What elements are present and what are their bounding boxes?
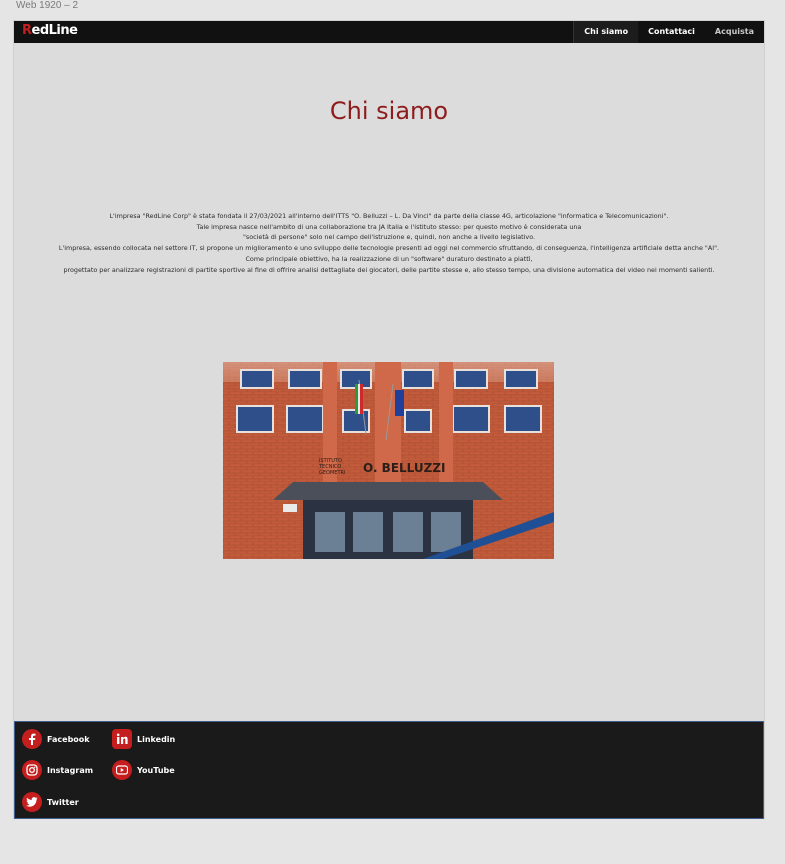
paragraph-line: L'impresa, essendo collocata nel settore… <box>58 244 720 253</box>
school-building-photo: ISTITUTO TECNICO GEOMETRI O. BELLUZZI <box>223 362 554 559</box>
about-paragraph: L'impresa "RedLine Corp" è stata fondata… <box>14 211 764 275</box>
svg-text:GEOMETRI: GEOMETRI <box>319 470 345 476</box>
navbar: RedLine Chi siamo Contattaci Acquista <box>14 21 764 43</box>
footer-link-instagram[interactable]: Instagram <box>22 760 93 780</box>
nav-links: Chi siamo Contattaci Acquista <box>573 21 764 43</box>
nav-item-chi-siamo[interactable]: Chi siamo <box>573 21 639 43</box>
nav-item-contattaci[interactable]: Contattaci <box>638 21 705 43</box>
linkedin-icon <box>112 729 132 749</box>
youtube-icon <box>112 760 132 780</box>
social-label: Facebook <box>47 734 90 744</box>
svg-text:O. BELLUZZI: O. BELLUZZI <box>363 461 446 475</box>
twitter-icon <box>22 792 42 812</box>
footer-link-linkedin[interactable]: Linkedin <box>112 729 175 749</box>
social-label: Linkedin <box>137 734 176 744</box>
footer: Facebook Linkedin Instagram YouTube Twit… <box>14 721 764 819</box>
facebook-icon <box>22 729 42 749</box>
logo-text: edLine <box>31 23 78 38</box>
instagram-icon <box>22 760 42 780</box>
footer-link-facebook[interactable]: Facebook <box>22 729 90 749</box>
logo-accent-letter: R <box>22 23 32 38</box>
paragraph-line: "società di persone" solo nel campo dell… <box>242 233 536 242</box>
paragraph-line: L'impresa "RedLine Corp" è stata fondata… <box>109 212 669 220</box>
paragraph-line: progettato per analizzare registrazioni … <box>63 265 715 274</box>
artboard-label: Web 1920 – 2 <box>16 0 79 11</box>
footer-link-twitter[interactable]: Twitter <box>22 792 79 812</box>
social-label: YouTube <box>137 765 175 775</box>
paragraph-line: Come principale obiettivo, ha la realizz… <box>245 254 533 263</box>
paragraph-line: Tale impresa nasce nell'ambito di una co… <box>196 222 582 231</box>
logo[interactable]: RedLine <box>22 23 78 38</box>
social-label: Instagram <box>47 765 94 775</box>
footer-link-youtube[interactable]: YouTube <box>112 760 175 780</box>
page-title: Chi siamo <box>329 97 449 125</box>
nav-item-acquista[interactable]: Acquista <box>705 21 764 43</box>
social-label: Twitter <box>47 797 79 807</box>
page: RedLine Chi siamo Contattaci Acquista Ch… <box>14 21 764 819</box>
